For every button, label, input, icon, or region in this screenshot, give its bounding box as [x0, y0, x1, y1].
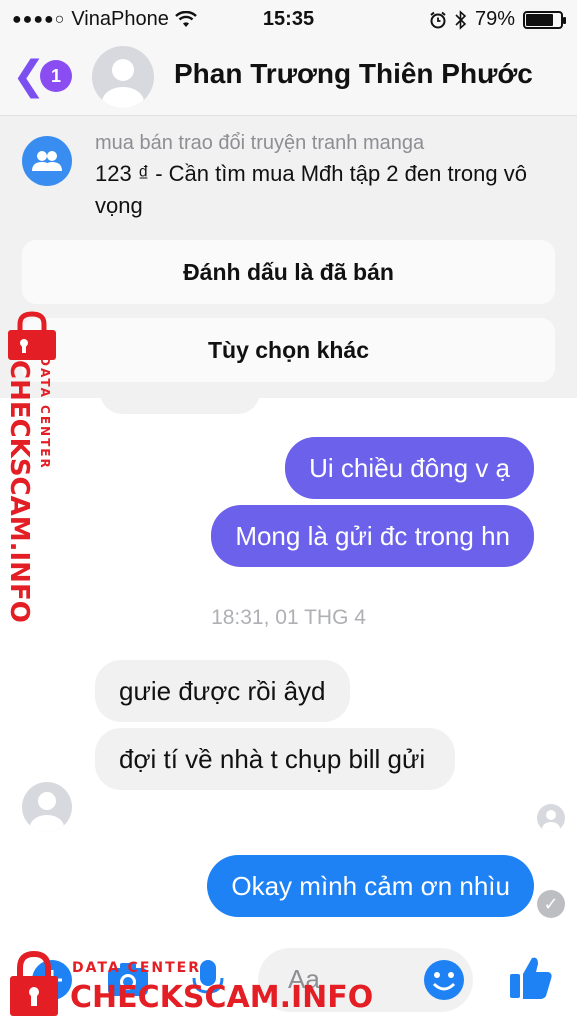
bluetooth-icon: [455, 9, 467, 30]
seen-receipt-avatar: [537, 804, 565, 832]
contact-name[interactable]: Phan Trương Thiên Phước: [174, 58, 533, 90]
sender-avatar[interactable]: [22, 782, 72, 832]
mark-as-sold-button[interactable]: Đánh dấu là đã bán: [22, 240, 555, 304]
watermark-label-text: DATA CENTER: [38, 356, 52, 470]
outgoing-message[interactable]: Ui chiều đông v ạ: [285, 437, 534, 499]
incoming-message[interactable]: gưie được rồi âyd: [95, 660, 350, 722]
delivered-check-icon: ✓: [537, 890, 565, 918]
avatar-placeholder-icon: [102, 59, 144, 108]
battery-icon: [523, 10, 566, 29]
battery-percent: 79%: [474, 8, 515, 30]
alarm-icon: [430, 11, 446, 28]
contact-avatar[interactable]: [92, 46, 154, 108]
outgoing-message[interactable]: Mong là gửi đc trong hn: [211, 505, 534, 567]
watermark-bottom: DATA CENTER CHECKSCAM.INFO: [8, 948, 373, 1020]
watermark-lock-logo: [10, 950, 58, 1016]
group-icon: [22, 136, 72, 186]
avatar-placeholder-icon: [30, 792, 64, 832]
group-name: mua bán trao đổi truyện tranh manga: [95, 132, 425, 154]
more-options-button[interactable]: Tùy chọn khác: [22, 318, 555, 382]
watermark-side: CHECKSCAM.INFO DATA CENTER: [4, 310, 64, 623]
battery-level: [526, 13, 553, 26]
marketplace-listing-card: mua bán trao đổi truyện tranh manga 123 …: [0, 116, 577, 398]
watermark-label-text: DATA CENTER: [72, 960, 201, 976]
avatar-placeholder-icon: [542, 810, 560, 832]
listing-title[interactable]: 123 ₫ - Cần tìm mua Mđh tập 2 đen trong …: [95, 158, 535, 222]
watermark-site-text: CHECKSCAM.INFO: [70, 980, 374, 1015]
unread-badge[interactable]: 1: [40, 60, 72, 92]
outgoing-message[interactable]: Okay mình cảm ơn nhìu: [207, 855, 534, 917]
status-bar: ●●●●○ VinaPhone 15:35 79%: [0, 0, 577, 38]
partial-message-bubble: [100, 390, 260, 414]
emoji-icon[interactable]: [422, 958, 466, 1002]
like-thumbs-up-icon[interactable]: [508, 954, 554, 1002]
conversation-header: ❮ 1 Phan Trương Thiên Phước: [0, 38, 577, 116]
incoming-message[interactable]: đợi tí về nhà t chụp bill gửi: [95, 728, 455, 790]
message-timestamp: 18:31, 01 THG 4: [211, 606, 366, 629]
watermark-site-text: CHECKSCAM.INFO: [4, 360, 34, 623]
